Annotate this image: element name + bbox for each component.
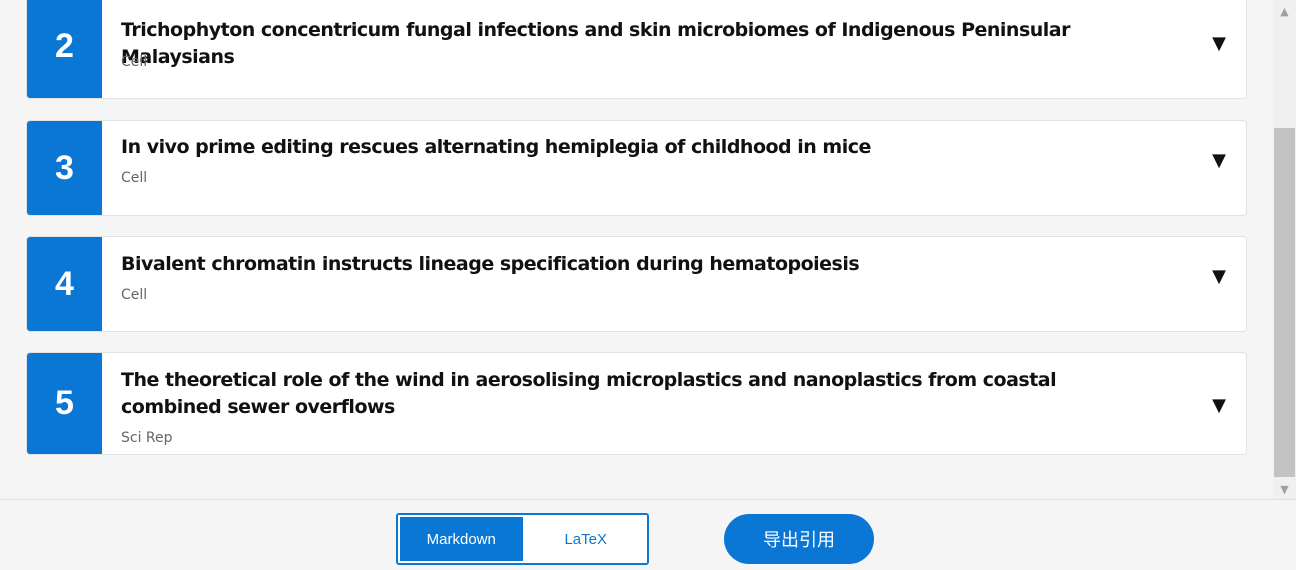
citation-format-toggle: Markdown LaTeX [396,513,649,565]
result-card[interactable]: 2 Trichophyton concentricum fungal infec… [26,0,1247,99]
expand-toggle-icon[interactable]: ▼ [1212,395,1226,416]
vertical-scrollbar[interactable]: ▲ ▼ [1273,0,1296,499]
result-title[interactable]: In vivo prime editing rescues alternatin… [121,134,1181,161]
result-journal: Cell [121,54,148,70]
result-card[interactable]: 5 The theoretical role of the wind in ae… [26,352,1247,455]
result-journal: Cell [121,170,148,186]
format-option-markdown[interactable]: Markdown [398,515,525,563]
result-card[interactable]: 3 In vivo prime editing rescues alternat… [26,120,1247,216]
footer-toolbar: Markdown LaTeX 导出引用 [0,500,1296,570]
format-option-latex[interactable]: LaTeX [524,515,647,563]
result-number: 4 [27,237,102,331]
scroll-down-icon[interactable]: ▼ [1273,479,1296,499]
scrollbar-thumb[interactable] [1274,128,1295,477]
results-list[interactable]: 2 Trichophyton concentricum fungal infec… [0,0,1273,499]
result-journal: Sci Rep [121,430,173,446]
result-number: 3 [27,121,102,215]
scroll-up-icon[interactable]: ▲ [1273,1,1296,21]
export-citations-button[interactable]: 导出引用 [724,514,874,564]
result-title[interactable]: The theoretical role of the wind in aero… [121,367,1151,421]
result-card[interactable]: 4 Bivalent chromatin instructs lineage s… [26,236,1247,332]
result-number: 2 [27,0,102,98]
expand-toggle-icon[interactable]: ▼ [1212,150,1226,171]
result-journal: Cell [121,287,148,303]
expand-toggle-icon[interactable]: ▼ [1212,266,1226,287]
result-number: 5 [27,353,102,454]
result-title[interactable]: Bivalent chromatin instructs lineage spe… [121,251,1181,278]
expand-toggle-icon[interactable]: ▼ [1212,33,1226,54]
result-title[interactable]: Trichophyton concentricum fungal infecti… [121,17,1181,71]
